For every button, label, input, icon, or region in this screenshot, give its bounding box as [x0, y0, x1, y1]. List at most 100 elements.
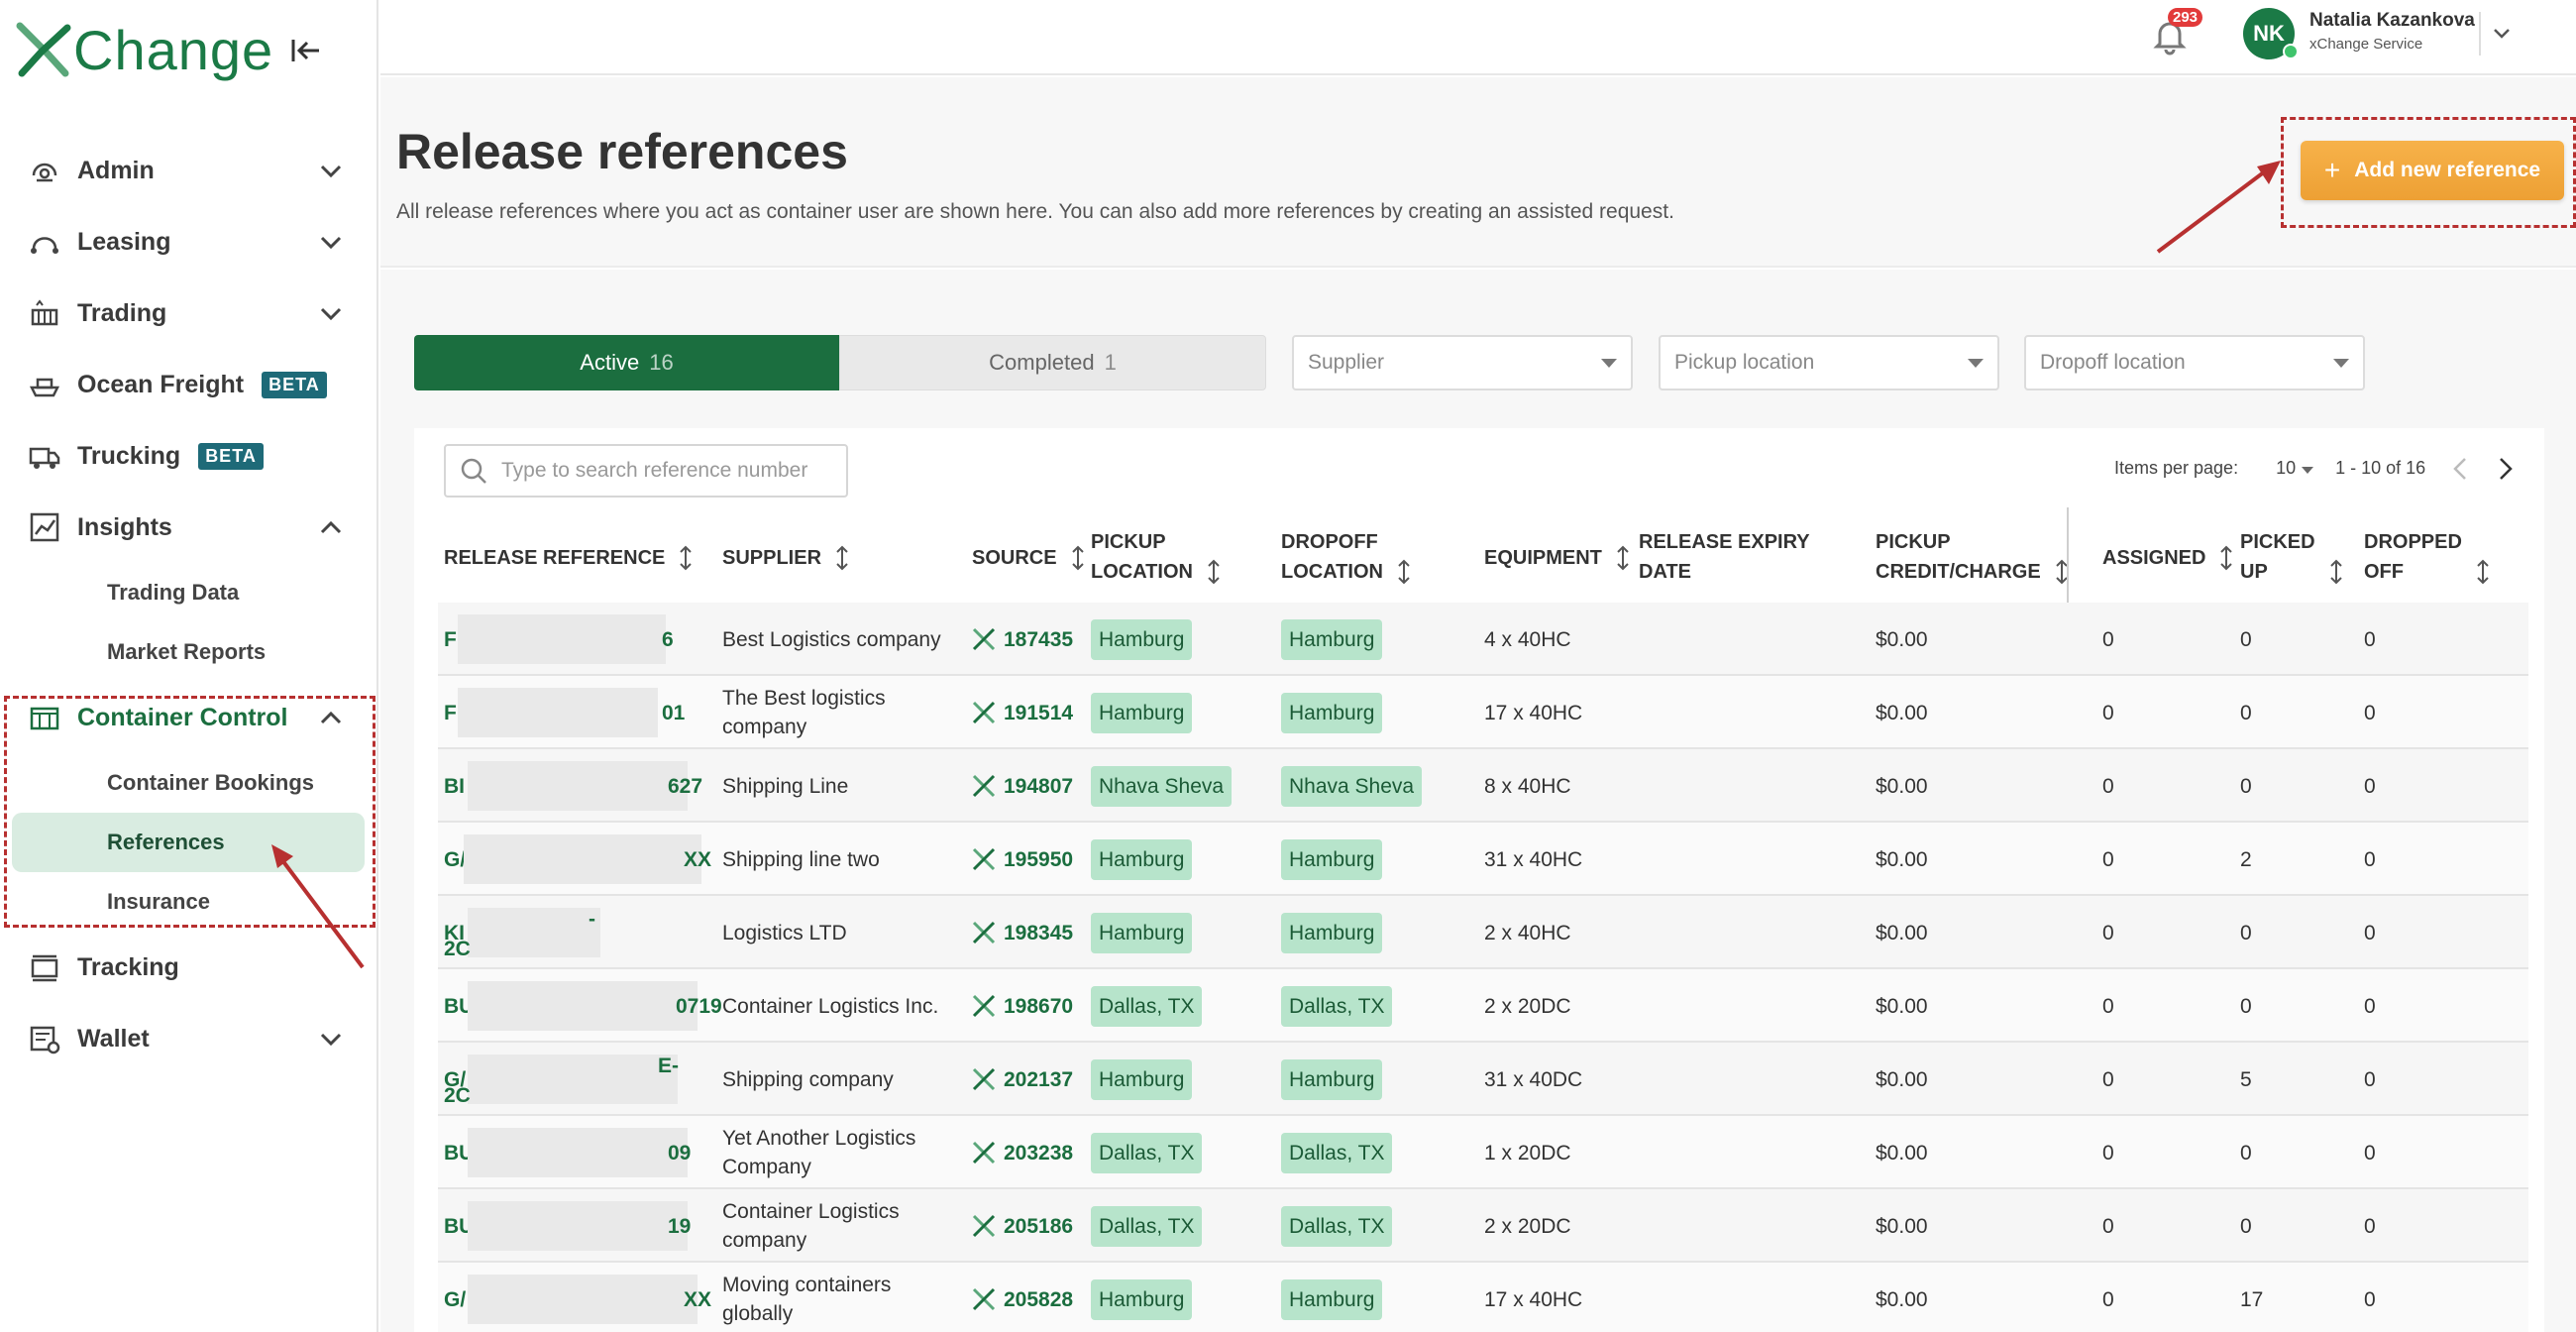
- dropped-off-cell: 0: [2364, 1067, 2376, 1091]
- table-row[interactable]: F 6 Best Logistics company 187435 Hambur…: [438, 603, 2528, 676]
- pickup-credit-cell: $0.00: [1876, 627, 1928, 651]
- source-cell[interactable]: 203238: [972, 1116, 1091, 1189]
- online-status-dot: [2283, 44, 2299, 59]
- column-header-dropped-off[interactable]: DROPPED OFF: [2364, 527, 2490, 587]
- sidebar-subitem-market-reports[interactable]: Market Reports: [0, 622, 376, 682]
- column-header-equipment[interactable]: EQUIPMENT: [1484, 543, 1630, 573]
- items-per-page-select[interactable]: 10: [2276, 458, 2314, 479]
- plus-icon: +: [2323, 155, 2341, 185]
- column-header-source[interactable]: SOURCE: [972, 543, 1085, 573]
- pickup-location-cell: Hamburg: [1091, 1263, 1193, 1332]
- redacted-reference-mask: [458, 614, 666, 664]
- table-row[interactable]: BU 09 Yet Another Logistics Company 2032…: [438, 1116, 2528, 1189]
- table-row[interactable]: BU 0719 Container Logistics Inc. 198670 …: [438, 969, 2528, 1043]
- caret-down-icon: [2333, 359, 2349, 368]
- leasing-icon: [31, 237, 58, 254]
- items-per-page-value: 10: [2276, 458, 2297, 478]
- source-number: 202137: [1004, 1067, 1074, 1091]
- collapse-sidebar-icon[interactable]: [285, 34, 325, 67]
- assigned-cell: 0: [2102, 1067, 2114, 1091]
- beta-badge: BETA: [262, 371, 327, 398]
- table-row[interactable]: G/ XX Moving containers globally 205828 …: [438, 1263, 2528, 1332]
- picked-up-cell: 0: [2240, 701, 2252, 724]
- source-cell[interactable]: 195950: [972, 823, 1091, 896]
- column-header-dropoff-location[interactable]: DROPOFF LOCATION: [1281, 527, 1411, 587]
- picked-up-cell: 0: [2240, 627, 2252, 651]
- previous-page-icon[interactable]: [2445, 454, 2475, 484]
- user-menu-divider: [2479, 12, 2481, 56]
- column-header-pickup-location[interactable]: PICKUP LOCATION: [1091, 527, 1221, 587]
- next-page-icon[interactable]: [2491, 454, 2521, 484]
- pagination: Items per page: 10 1 - 10 of 16: [2114, 458, 2425, 479]
- picked-up-cell: 0: [2240, 1214, 2252, 1238]
- source-cell[interactable]: 191514: [972, 676, 1091, 749]
- tab-completed[interactable]: Completed 1: [839, 335, 1266, 390]
- supplier-cell: Container Logistics company: [722, 1200, 900, 1252]
- supplier-filter-select[interactable]: Supplier: [1292, 335, 1633, 390]
- pickup-credit-cell: $0.00: [1876, 1067, 1928, 1091]
- sidebar-item-trading[interactable]: Trading: [0, 278, 376, 349]
- table-row[interactable]: BU 19 Container Logistics company 205186…: [438, 1189, 2528, 1263]
- redacted-reference-mask: [468, 1128, 688, 1177]
- source-cell[interactable]: 198670: [972, 969, 1091, 1043]
- dropoff-location-filter-select[interactable]: Dropoff location: [2024, 335, 2365, 390]
- source-cell[interactable]: 198345: [972, 896, 1091, 969]
- supplier-cell: Logistics LTD: [722, 921, 847, 944]
- source-cell[interactable]: 187435: [972, 603, 1091, 676]
- column-header-assigned[interactable]: ASSIGNED: [2102, 543, 2233, 573]
- pickup-credit-cell: $0.00: [1876, 1287, 1928, 1311]
- sidebar-item-label: Leasing: [77, 227, 171, 256]
- dropped-off-cell: 0: [2364, 1214, 2376, 1238]
- chevron-down-icon[interactable]: [2489, 20, 2515, 46]
- ship-icon: [29, 378, 60, 397]
- reference-search-box[interactable]: [444, 444, 848, 498]
- dropped-off-cell: 0: [2364, 774, 2376, 798]
- chevron-down-icon: [320, 165, 342, 178]
- table-row[interactable]: G/ XX Shipping line two 195950 Hamburg H…: [438, 823, 2528, 896]
- sidebar-item-leasing[interactable]: Leasing: [0, 206, 376, 278]
- sidebar-item-wallet[interactable]: Wallet: [0, 1003, 376, 1074]
- column-header-release-expiry-date[interactable]: RELEASE EXPIRY DATE: [1639, 527, 1810, 587]
- truck-icon: [29, 447, 60, 469]
- dropoff-location-cell: Hamburg: [1281, 1043, 1383, 1116]
- xchange-source-icon: [972, 1141, 996, 1165]
- search-input[interactable]: [501, 459, 828, 483]
- location-chip: Dallas, TX: [1281, 1205, 1393, 1247]
- equipment-cell: 17 x 40HC: [1484, 701, 1583, 724]
- caret-down-icon: [1601, 359, 1617, 368]
- pickup-location-filter-select[interactable]: Pickup location: [1659, 335, 1999, 390]
- tab-active[interactable]: Active 16: [414, 335, 839, 390]
- sidebar-item-admin[interactable]: Admin: [0, 135, 376, 206]
- column-header-picked-up[interactable]: PICKED UP: [2240, 527, 2343, 587]
- column-header-supplier[interactable]: SUPPLIER: [722, 543, 849, 573]
- assigned-cell: 0: [2102, 847, 2114, 871]
- annotation-arrow: [2156, 161, 2281, 254]
- table-row[interactable]: KI - Logistics LTD 198345 Hamburg Hambur…: [438, 896, 2528, 969]
- table-row[interactable]: F 01 The Best logistics company 191514 H…: [438, 676, 2528, 749]
- add-new-reference-button[interactable]: + Add new reference: [2301, 141, 2564, 200]
- dropped-off-cell: 0: [2364, 921, 2376, 944]
- xchange-source-icon: [972, 994, 996, 1018]
- main-content: Active 16 Completed 1 Supplier Pickup lo…: [380, 270, 2576, 1332]
- pickup-location-cell: Hamburg: [1091, 1043, 1193, 1116]
- xchange-logo[interactable]: Change: [16, 18, 273, 81]
- table-row[interactable]: G/ E- Shipping company 202137 Hamburg Ha…: [438, 1043, 2528, 1116]
- source-cell[interactable]: 205186: [972, 1189, 1091, 1263]
- sidebar-item-ocean-freight[interactable]: Ocean Freight BETA: [0, 349, 376, 420]
- sort-icon: [836, 545, 848, 571]
- column-header-release-reference[interactable]: RELEASE REFERENCE: [444, 543, 693, 573]
- sidebar-item-trucking[interactable]: Trucking BETA: [0, 420, 376, 492]
- sidebar-subitem-trading-data[interactable]: Trading Data: [0, 563, 376, 622]
- source-cell[interactable]: 205828: [972, 1263, 1091, 1332]
- redacted-reference-mask: [468, 1054, 678, 1104]
- sidebar-item-insights[interactable]: Insights: [0, 492, 376, 563]
- ref-end: 01: [662, 701, 686, 724]
- dropoff-location-cell: Hamburg: [1281, 896, 1383, 969]
- source-cell[interactable]: 202137: [972, 1043, 1091, 1116]
- column-header-pickup-credit-charge[interactable]: PICKUP CREDIT/CHARGE: [1876, 527, 2069, 587]
- column-label: RELEASE EXPIRY DATE: [1639, 527, 1810, 587]
- location-chip: Hamburg: [1091, 912, 1193, 953]
- sort-icon: [2329, 559, 2342, 585]
- source-cell[interactable]: 194807: [972, 749, 1091, 823]
- table-row[interactable]: BI 627 Shipping Line 194807 Nhava Sheva …: [438, 749, 2528, 823]
